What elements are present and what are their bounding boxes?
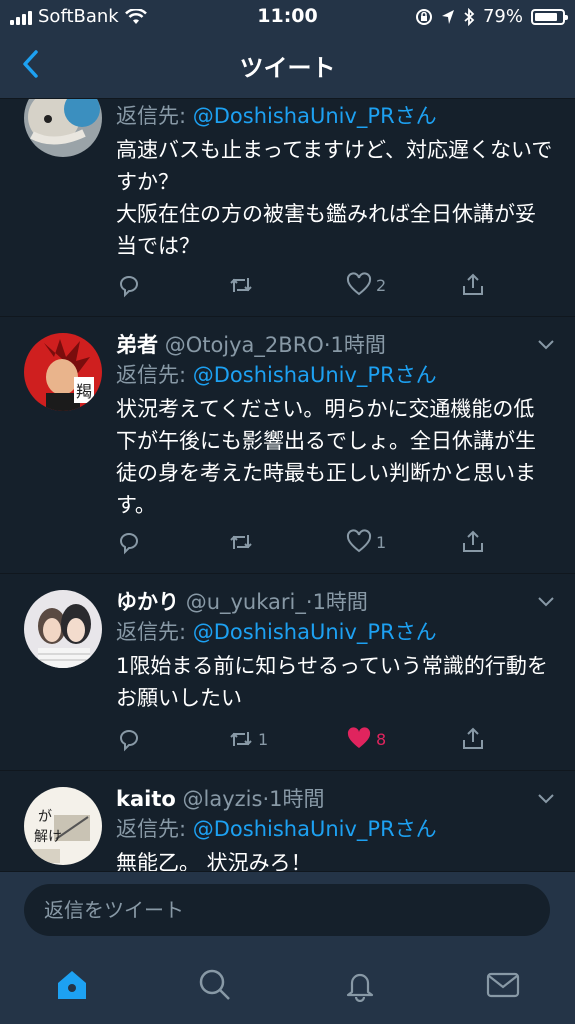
reply-icon [119,276,138,298]
status-right: 79% [415,6,568,27]
chevron-down-icon[interactable] [537,793,555,805]
tweet-header: kaito @layzis·1時間 [116,785,555,813]
search-icon[interactable] [198,968,232,1002]
reply-input[interactable] [24,884,550,936]
retweet-icon [230,732,252,746]
retweet-button[interactable] [228,529,258,555]
home-icon[interactable] [55,968,89,1002]
mention-link[interactable]: @DoshishaUniv_PR [193,104,395,128]
like-count: 2 [376,275,387,295]
author-handle[interactable]: @u_yukari_ [186,590,306,614]
tweet-text: 無能乙。 状況みろ！ [116,851,312,871]
tweet-time: 1時間 [330,333,386,357]
tweet-time: 1時間 [312,590,368,614]
reply-to: 返信先: @DoshishaUniv_PRさん [116,104,437,128]
share-icon [463,530,483,552]
reply-button[interactable] [116,529,142,555]
avatar[interactable] [24,99,102,157]
tweet-header: ゆかり @u_yukari_·1時間 [116,588,555,616]
reply-to: 返信先: @DoshishaUniv_PRさん [116,817,437,841]
svg-text:解け: 解け [34,829,62,845]
reply-to: 返信先: @DoshishaUniv_PRさん [116,363,437,387]
author-name[interactable]: ゆかり [116,590,179,614]
svg-text:が: が [38,809,52,825]
tweet-time: 1時間 [269,787,325,811]
mention-link[interactable]: @DoshishaUniv_PR [193,817,395,841]
heart-icon [346,529,372,553]
messages-icon[interactable] [486,968,520,1002]
share-button[interactable] [460,272,486,298]
reply-feed[interactable]: 返信先: @DoshishaUniv_PRさん 高速バスも止まってますけど、対応… [0,99,575,871]
tweet-item[interactable]: ゆかり @u_yukari_·1時間 返信先: @DoshishaUniv_PR… [0,574,575,771]
avatar[interactable]: が解け [24,787,102,865]
like-button[interactable]: 1 [346,529,386,555]
author-handle[interactable]: @layzis [183,787,263,811]
tweet-actions: 1 8 [116,726,551,756]
share-icon [463,727,483,749]
reply-button[interactable] [116,272,142,298]
location-icon [441,9,454,24]
like-count: 1 [376,532,387,552]
heart-filled-icon [347,727,371,748]
retweet-button[interactable] [228,272,258,298]
like-button[interactable]: 2 [346,272,386,298]
notifications-icon[interactable] [343,968,377,1002]
retweet-count: 1 [258,729,269,749]
tweet-text: 1限始まる前に知らせるっていう常識的行動をお願いしたい [116,654,548,710]
retweet-icon [230,278,252,292]
reply-to: 返信先: @DoshishaUniv_PRさん [116,620,437,644]
chevron-down-icon[interactable] [537,339,555,351]
tweet-item[interactable]: が解け kaito @layzis·1時間 返信先: @DoshishaUniv… [0,771,575,871]
mention-link[interactable]: @DoshishaUniv_PR [193,620,395,644]
avatar[interactable]: 羯 [24,333,102,411]
chevron-down-icon[interactable] [537,596,555,608]
tweet-actions: 1 [116,529,551,559]
svg-text:羯: 羯 [76,382,92,401]
like-button[interactable]: 8 [346,726,386,752]
author-name[interactable]: kaito [116,787,176,811]
battery-icon [531,8,568,25]
author-handle[interactable]: @Otojya_2BRO [165,333,324,357]
mention-link[interactable]: @DoshishaUniv_PR [193,363,395,387]
reply-icon [119,533,138,555]
share-icon [463,273,483,295]
avatar[interactable] [24,590,102,668]
tweet-text: 状況考えてください。明らかに交通機能の低下が午後にも影響出るでしょ。全日休講が生… [116,397,536,517]
retweet-icon [230,535,252,549]
nav-bar: ツイート [0,32,575,99]
tweet-text: 高速バスも止まってますけど、対応遅くないですか？ 大阪在住の方の被害も鑑みれば全… [116,138,553,258]
retweet-button[interactable]: 1 [228,726,268,752]
tweet-actions: 2 [116,272,551,302]
status-bar: SoftBank 11:00 79% [0,0,575,32]
tweet-item[interactable]: 羯 弟者 @Otojya_2BRO·1時間 返信先: @DoshishaUniv… [0,317,575,574]
share-button[interactable] [460,726,486,752]
tweet-header: 弟者 @Otojya_2BRO·1時間 [116,331,555,359]
author-name[interactable]: 弟者 [116,333,158,357]
share-button[interactable] [460,529,486,555]
heart-icon [346,272,372,296]
page-title: ツイート [239,54,336,82]
reply-button[interactable] [116,726,142,752]
reply-icon [119,730,138,752]
tweet-item[interactable]: 返信先: @DoshishaUniv_PRさん 高速バスも止まってますけど、対応… [0,99,575,317]
tab-bar [0,952,575,1024]
orientation-lock-icon [415,8,432,25]
bluetooth-icon [464,7,475,26]
battery-percent: 79% [482,6,523,27]
reply-bar [0,871,575,953]
like-count: 8 [376,729,387,749]
